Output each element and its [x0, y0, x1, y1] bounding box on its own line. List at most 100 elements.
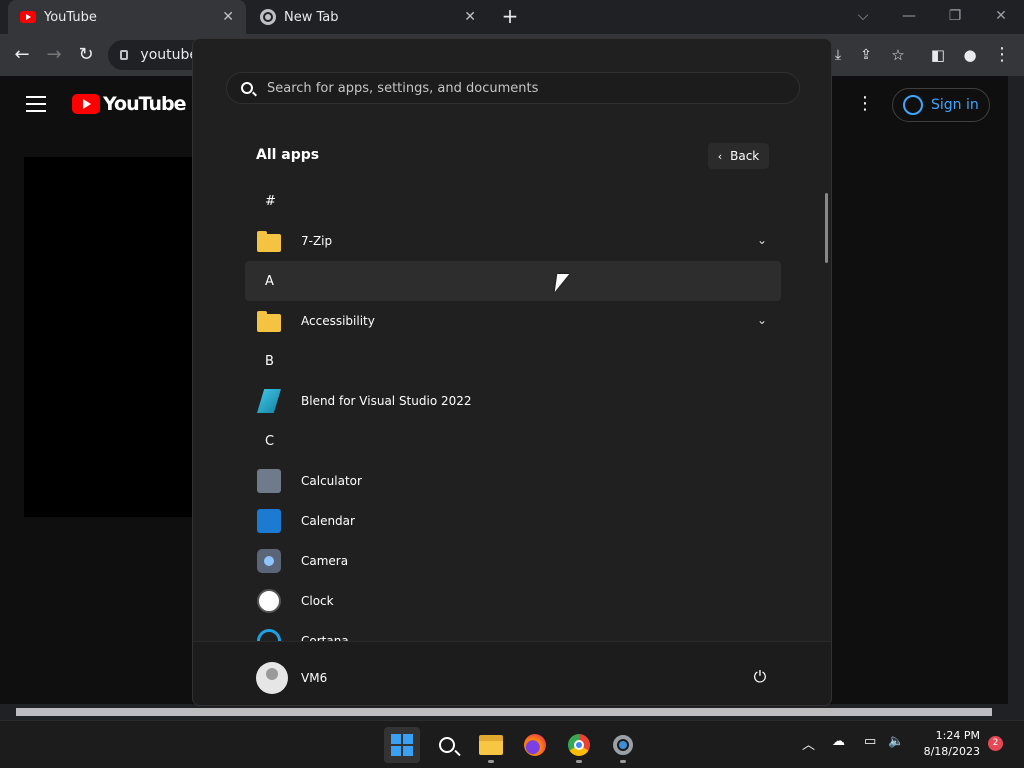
onedrive-offline-icon[interactable]: ☁ [832, 734, 845, 749]
start-search-box[interactable] [226, 72, 800, 104]
power-icon[interactable]: ⏻ [750, 667, 770, 687]
chrome-icon [568, 734, 590, 756]
letter-text: C [265, 433, 275, 449]
mouse-cursor [554, 274, 570, 292]
hamburger-menu-icon[interactable] [26, 96, 46, 112]
video-player[interactable] [24, 157, 194, 517]
notification-badge[interactable]: 2 [988, 736, 1003, 751]
restore-button[interactable]: ❐ [940, 4, 970, 28]
tab-title: New Tab [284, 9, 339, 25]
taskbar-search-button[interactable] [429, 727, 465, 763]
close-tab-icon[interactable]: ✕ [464, 9, 476, 25]
running-indicator [488, 760, 494, 763]
letter-header-a[interactable]: A [245, 261, 781, 301]
app-label: Accessibility [301, 314, 375, 328]
app-item-calendar[interactable]: Calendar [245, 501, 781, 541]
firefox-icon [524, 734, 546, 756]
new-tab-button[interactable]: + [498, 4, 522, 28]
app-item-camera[interactable]: Camera [245, 541, 781, 581]
camera-icon [257, 549, 281, 573]
taskbar-firefox[interactable] [517, 727, 553, 763]
letter-text: A [265, 273, 274, 289]
calendar-icon [257, 509, 281, 533]
app-item-calculator[interactable]: Calculator [245, 461, 781, 501]
address-text: youtube [140, 47, 198, 63]
app-item-7zip[interactable]: 7-Zip ⌄ [245, 221, 781, 261]
app-label: Calendar [301, 514, 355, 528]
user-avatar[interactable] [256, 662, 288, 694]
app-label: Camera [301, 554, 349, 568]
network-icon[interactable]: ▭ [864, 734, 876, 749]
letter-header-c[interactable]: C [245, 421, 781, 461]
app-item-accessibility[interactable]: Accessibility ⌄ [245, 301, 781, 341]
app-label: 7-Zip [301, 234, 333, 248]
all-apps-list: # 7-Zip ⌄ A Accessibility ⌄ B Blend for … [245, 181, 781, 643]
chevron-down-icon[interactable]: ⌄ [757, 313, 767, 327]
sign-in-label: Sign in [931, 97, 979, 113]
forward-arrow-icon[interactable]: → [42, 43, 66, 67]
taskbar-chrome[interactable] [561, 727, 597, 763]
letter-text: B [265, 353, 274, 369]
more-options-icon[interactable]: ⋮ [856, 92, 874, 116]
folder-icon [257, 231, 281, 252]
close-tab-icon[interactable]: ✕ [222, 9, 234, 25]
address-bar[interactable]: youtube [108, 40, 198, 70]
chrome-favicon-icon [260, 9, 276, 25]
clock-time[interactable]: 1:24 PM [930, 729, 980, 742]
youtube-logo[interactable]: YouTube [72, 93, 186, 115]
app-list-scrollbar[interactable] [825, 193, 828, 263]
chevron-up-icon[interactable]: ︿ [802, 734, 815, 753]
tab-search-icon[interactable]: ⌵ [848, 4, 878, 28]
app-label: Calculator [301, 474, 362, 488]
running-indicator [620, 760, 626, 763]
app-label: Clock [301, 594, 334, 608]
app-item-cortana[interactable]: Cortana [245, 621, 781, 643]
youtube-play-icon [72, 94, 100, 114]
back-button[interactable]: ‹ Back [708, 143, 769, 169]
search-icon [241, 82, 253, 94]
chevron-left-icon: ‹ [717, 149, 723, 163]
search-icon [439, 737, 455, 753]
settings-gear-icon [613, 735, 633, 755]
vertical-scrollbar[interactable] [1008, 76, 1024, 704]
minimize-button[interactable]: — [894, 4, 924, 28]
share-icon[interactable]: ⇪ [854, 43, 878, 67]
app-label: Blend for Visual Studio 2022 [301, 394, 472, 408]
app-item-blend[interactable]: Blend for Visual Studio 2022 [245, 381, 781, 421]
start-menu-footer: VM6 ⏻ [193, 641, 831, 705]
close-window-button[interactable]: ✕ [986, 4, 1016, 28]
side-panel-icon[interactable]: ◧ [926, 43, 950, 67]
app-item-clock[interactable]: Clock [245, 581, 781, 621]
profile-icon[interactable]: ● [958, 43, 982, 67]
user-name[interactable]: VM6 [301, 671, 327, 685]
youtube-logo-text: YouTube [103, 93, 186, 115]
bookmark-star-icon[interactable]: ☆ [886, 43, 910, 67]
calculator-icon [257, 469, 281, 493]
letter-header-b[interactable]: B [245, 341, 781, 381]
letter-text: # [265, 193, 276, 209]
back-arrow-icon[interactable]: ← [10, 43, 34, 67]
windows-logo-icon [391, 734, 413, 756]
tab-youtube[interactable]: YouTube ✕ [8, 0, 246, 34]
reload-icon[interactable]: ↻ [74, 43, 98, 67]
taskbar-file-explorer[interactable] [473, 727, 509, 763]
running-indicator [576, 760, 582, 763]
clock-date[interactable]: 8/18/2023 [916, 745, 980, 758]
chrome-menu-icon[interactable]: ⋮ [990, 43, 1014, 67]
volume-icon[interactable]: 🔈 [888, 734, 904, 749]
youtube-favicon-icon [20, 11, 36, 23]
start-button[interactable] [384, 727, 420, 763]
chevron-down-icon[interactable]: ⌄ [757, 233, 767, 247]
tab-new-tab[interactable]: New Tab ✕ [248, 0, 488, 34]
taskbar-settings[interactable] [605, 727, 641, 763]
blend-icon [257, 389, 281, 413]
search-input[interactable] [267, 80, 767, 96]
sign-in-button[interactable]: Sign in [892, 88, 990, 122]
start-menu: All apps ‹ Back # 7-Zip ⌄ A Accessibilit… [192, 38, 832, 706]
horizontal-scrollbar[interactable] [0, 704, 1024, 720]
account-icon [903, 95, 923, 115]
tab-title: YouTube [44, 9, 97, 25]
letter-header-hash[interactable]: # [245, 181, 781, 221]
lock-icon [120, 50, 129, 60]
file-explorer-icon [479, 735, 503, 755]
